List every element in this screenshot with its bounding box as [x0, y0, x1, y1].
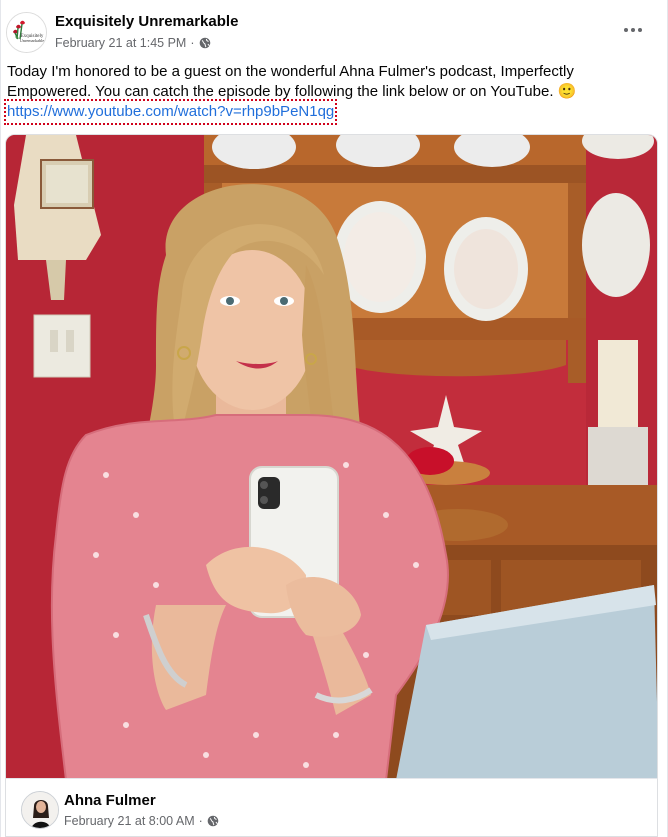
more-dot [638, 28, 642, 32]
ahna-fulmer-avatar [22, 792, 58, 828]
post-body: Today I'm honored to be a guest on the w… [3, 62, 657, 125]
globe-icon[interactable] [199, 37, 211, 49]
globe-icon[interactable] [207, 815, 219, 827]
post-timestamp[interactable]: February 21 at 1:45 PM [55, 36, 186, 50]
post-meta: February 21 at 1:45 PM · [55, 36, 211, 50]
post-body-text: Today I'm honored to be a guest on the w… [7, 63, 577, 100]
more-dot [631, 28, 635, 32]
shared-timestamp[interactable]: February 21 at 8:00 AM [64, 814, 195, 828]
shared-author-avatar[interactable] [21, 791, 59, 829]
svg-text:Unremarkable: Unremarkable [20, 38, 45, 43]
more-horizontal-icon [624, 28, 628, 32]
meta-separator: · [198, 814, 203, 828]
post-photo[interactable] [5, 134, 658, 779]
shared-author-name[interactable]: Ahna Fulmer [64, 792, 156, 809]
post-options-button[interactable] [621, 22, 645, 38]
post-author-name[interactable]: Exquisitely Unremarkable [55, 13, 238, 30]
page-avatar[interactable]: Exquisitely Unremarkable [6, 12, 47, 53]
facebook-post: Exquisitely Unremarkable Exquisitely Unr… [0, 0, 668, 837]
shared-post-meta: February 21 at 8:00 AM · [64, 814, 219, 828]
exquisitely-unremarkable-logo: Exquisitely Unremarkable [7, 13, 46, 52]
meta-separator: · [190, 36, 195, 50]
youtube-link[interactable]: https://www.youtube.com/watch?v=rhp9bPeN… [3, 99, 338, 125]
shared-post-header: Ahna Fulmer February 21 at 8:00 AM · [5, 778, 658, 837]
photo-woman-with-phone [6, 135, 657, 779]
